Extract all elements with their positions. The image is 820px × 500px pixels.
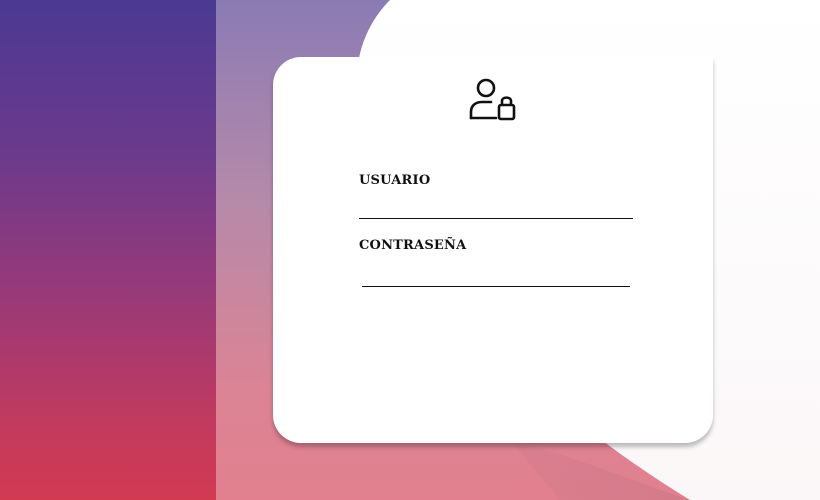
- user-lock-icon: [469, 78, 516, 121]
- username-input[interactable]: [359, 196, 633, 219]
- password-input[interactable]: [362, 264, 630, 287]
- username-label: USUARIO: [359, 173, 431, 188]
- login-card: USUARIO CONTRASEÑA: [273, 57, 713, 443]
- login-screen: USUARIO CONTRASEÑA: [0, 0, 820, 500]
- password-label: CONTRASEÑA: [359, 238, 467, 253]
